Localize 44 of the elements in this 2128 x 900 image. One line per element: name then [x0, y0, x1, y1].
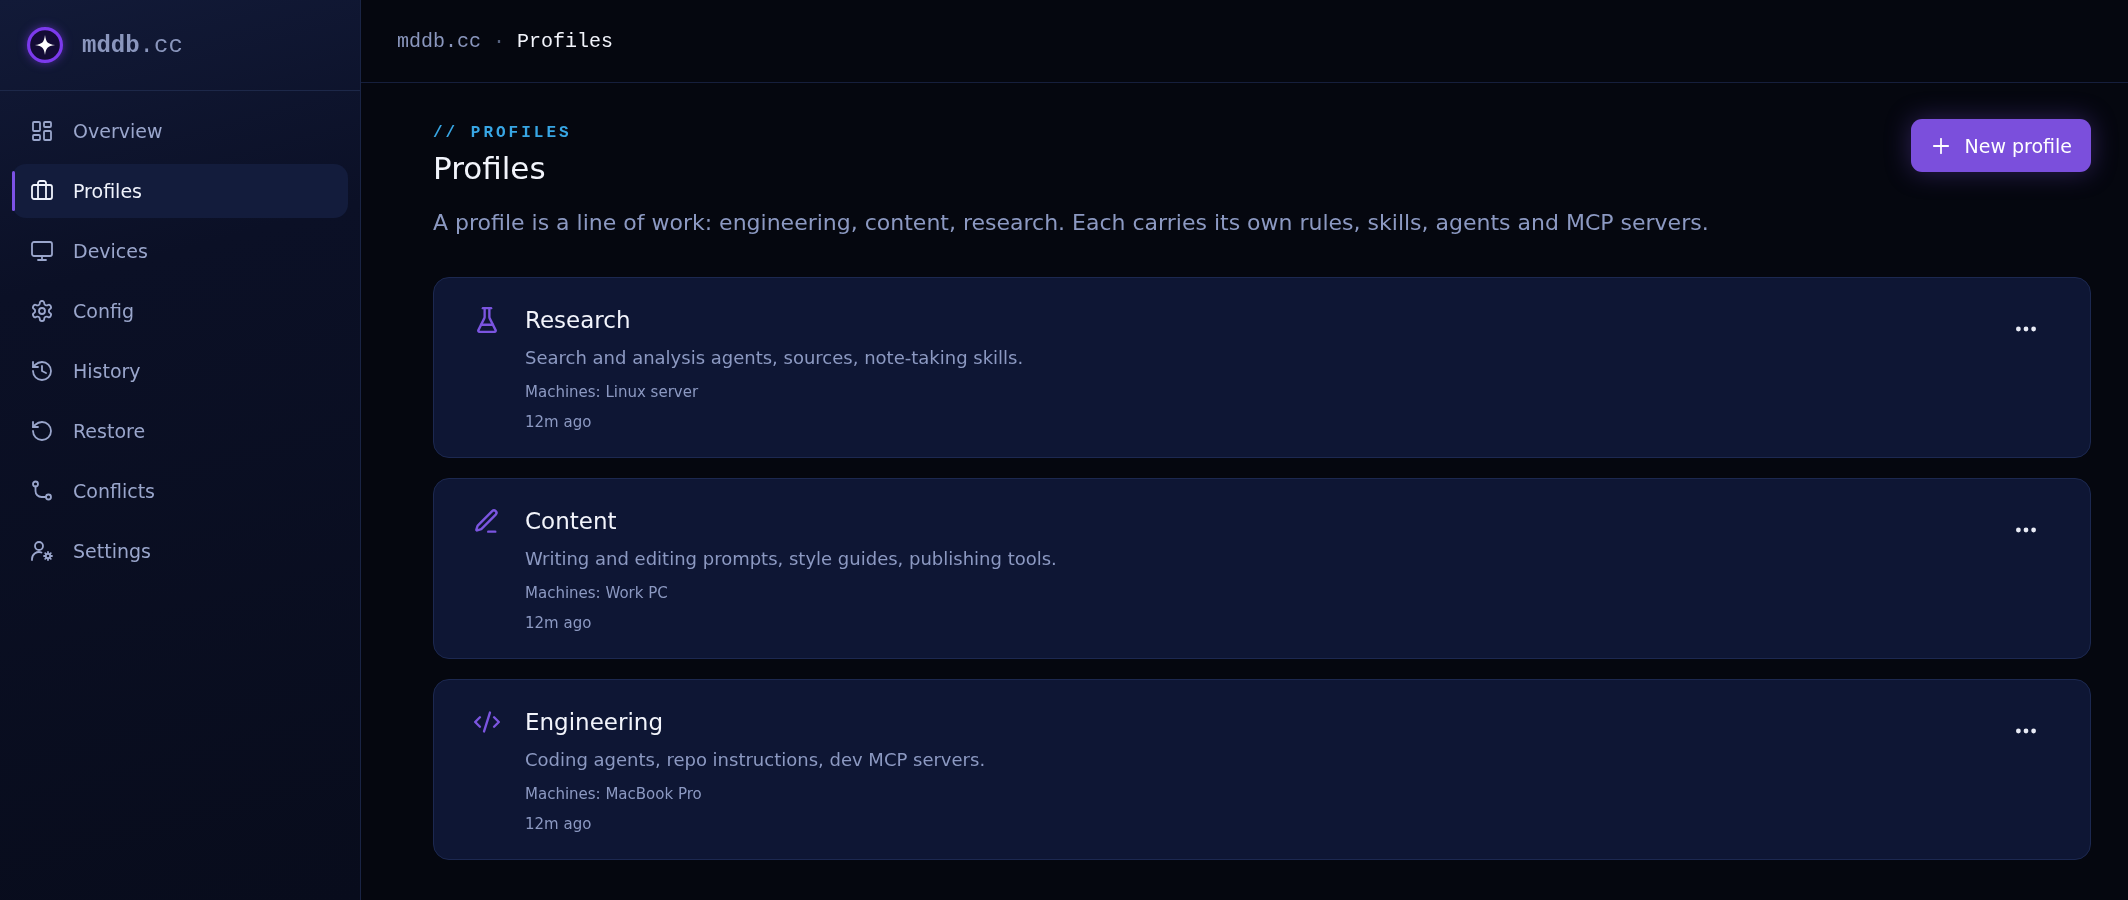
nav-item[interactable]: Restore: [12, 404, 348, 458]
clock-arrow-icon: [31, 360, 53, 382]
nav-item[interactable]: Overview: [12, 104, 348, 158]
nav-item[interactable]: Settings: [12, 524, 348, 578]
updated-time: 12m ago: [525, 814, 592, 835]
ellipsis-icon[interactable]: [2016, 728, 2036, 734]
ellipsis-icon[interactable]: [2016, 326, 2036, 332]
section-label: // PROFILES: [433, 123, 573, 143]
updated-time: 12m ago: [525, 412, 592, 433]
nav-item[interactable]: Config: [12, 284, 348, 338]
machines-text: Machines: Work PC: [525, 583, 668, 604]
branch-icon: [31, 480, 53, 502]
new-profile-button[interactable]: New profile: [1910, 119, 2091, 172]
nav-item[interactable]: Profiles: [12, 164, 348, 218]
brand-name: mddb.cc: [82, 31, 183, 59]
machines-text: Machines: Linux server: [525, 382, 699, 403]
breadcrumb-separator: ·: [493, 29, 506, 53]
monitor-icon: [31, 240, 53, 262]
profile-name: Engineering: [525, 708, 663, 737]
briefcase-icon: [31, 180, 53, 202]
breadcrumb-current: Profiles: [517, 29, 614, 53]
updated-time: 12m ago: [525, 613, 592, 634]
breadcrumb-link[interactable]: mddb.cc: [397, 29, 481, 53]
nav-item[interactable]: History: [12, 344, 348, 398]
profile-name: Content: [525, 507, 617, 536]
profile-description: Writing and editing prompts, style guides, publishing tools.: [525, 547, 1057, 571]
user-gear-icon: [31, 540, 53, 562]
page-description: A profile is a line of work: engineering, content, research. Each carries its own rules, skills, agents and MCP servers.: [433, 209, 1709, 237]
profile-description: Coding agents, repo instructions, dev MCP servers.: [525, 748, 986, 772]
sparkle-logo-icon: [27, 27, 63, 63]
code-icon: [474, 709, 500, 735]
pencil-icon: [474, 508, 500, 534]
nav-item[interactable]: Devices: [12, 224, 348, 278]
machines-text: Machines: MacBook Pro: [525, 784, 702, 805]
layout-grid-icon: [31, 120, 53, 142]
plus-icon: [1932, 137, 1949, 154]
flask-icon: [474, 307, 500, 333]
rotate-arrow-icon: [31, 420, 53, 442]
ellipsis-icon[interactable]: [2016, 527, 2036, 533]
nav-item[interactable]: Conflicts: [12, 464, 348, 518]
gear-icon: [31, 300, 53, 322]
profile-name: Research: [525, 306, 631, 335]
page-title: Profiles: [433, 149, 547, 188]
profile-description: Search and analysis agents, sources, note-taking skills.: [525, 346, 1024, 370]
